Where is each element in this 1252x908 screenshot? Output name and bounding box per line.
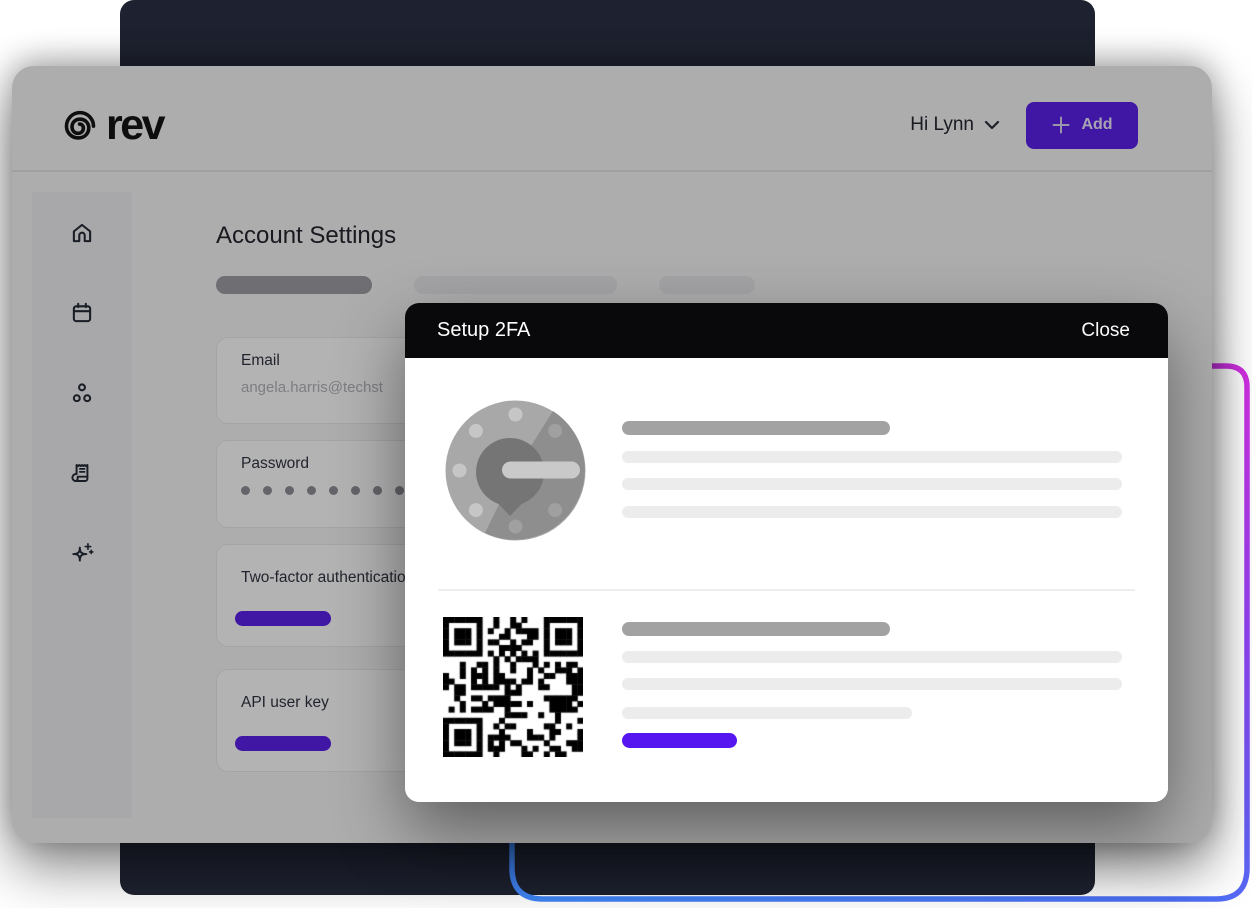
google-authenticator-icon — [445, 400, 586, 541]
text-placeholder — [622, 651, 1122, 663]
qr-code — [443, 617, 583, 757]
close-button[interactable]: Close — [1081, 320, 1130, 342]
modal-divider — [438, 589, 1135, 591]
text-placeholder — [622, 421, 890, 435]
text-placeholder — [622, 678, 1122, 690]
text-placeholder — [622, 622, 890, 636]
modal-title: Setup 2FA — [437, 319, 531, 341]
text-placeholder — [622, 506, 1122, 518]
setup-2fa-modal: Setup 2FA Close — [405, 303, 1168, 802]
text-placeholder — [622, 478, 1122, 490]
text-placeholder — [622, 451, 1122, 463]
modal-header: Setup 2FA Close — [405, 303, 1168, 358]
button-placeholder[interactable] — [622, 733, 737, 748]
modal-body — [405, 358, 1168, 802]
text-placeholder — [622, 707, 912, 719]
page: rev Hi Lynn Add Account Settings Email a… — [0, 0, 1252, 908]
